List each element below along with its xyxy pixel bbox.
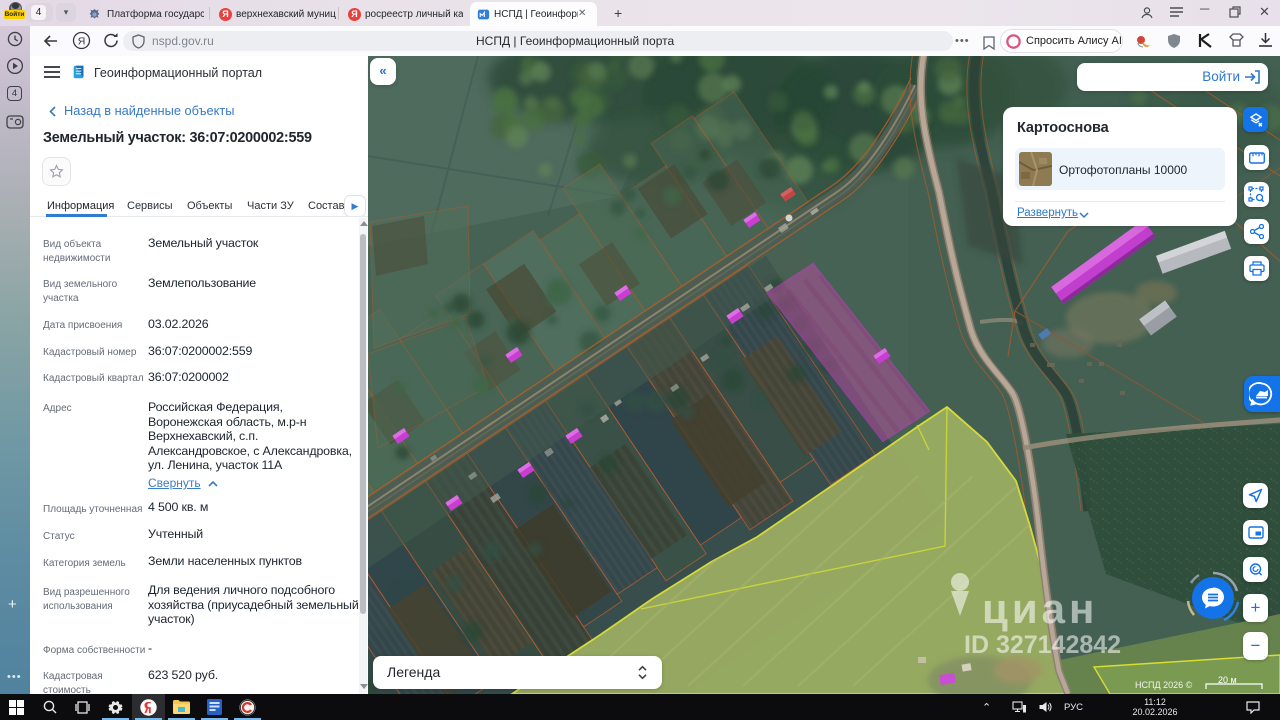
- svg-text:циан: циан: [982, 585, 1098, 632]
- svg-text:НСПД 2026 ©: НСПД 2026 ©: [1135, 680, 1193, 690]
- svg-text:ID 327142842: ID 327142842: [964, 631, 1121, 659]
- svg-text:20 м: 20 м: [1218, 675, 1237, 685]
- svg-text:Я: Я: [78, 35, 86, 47]
